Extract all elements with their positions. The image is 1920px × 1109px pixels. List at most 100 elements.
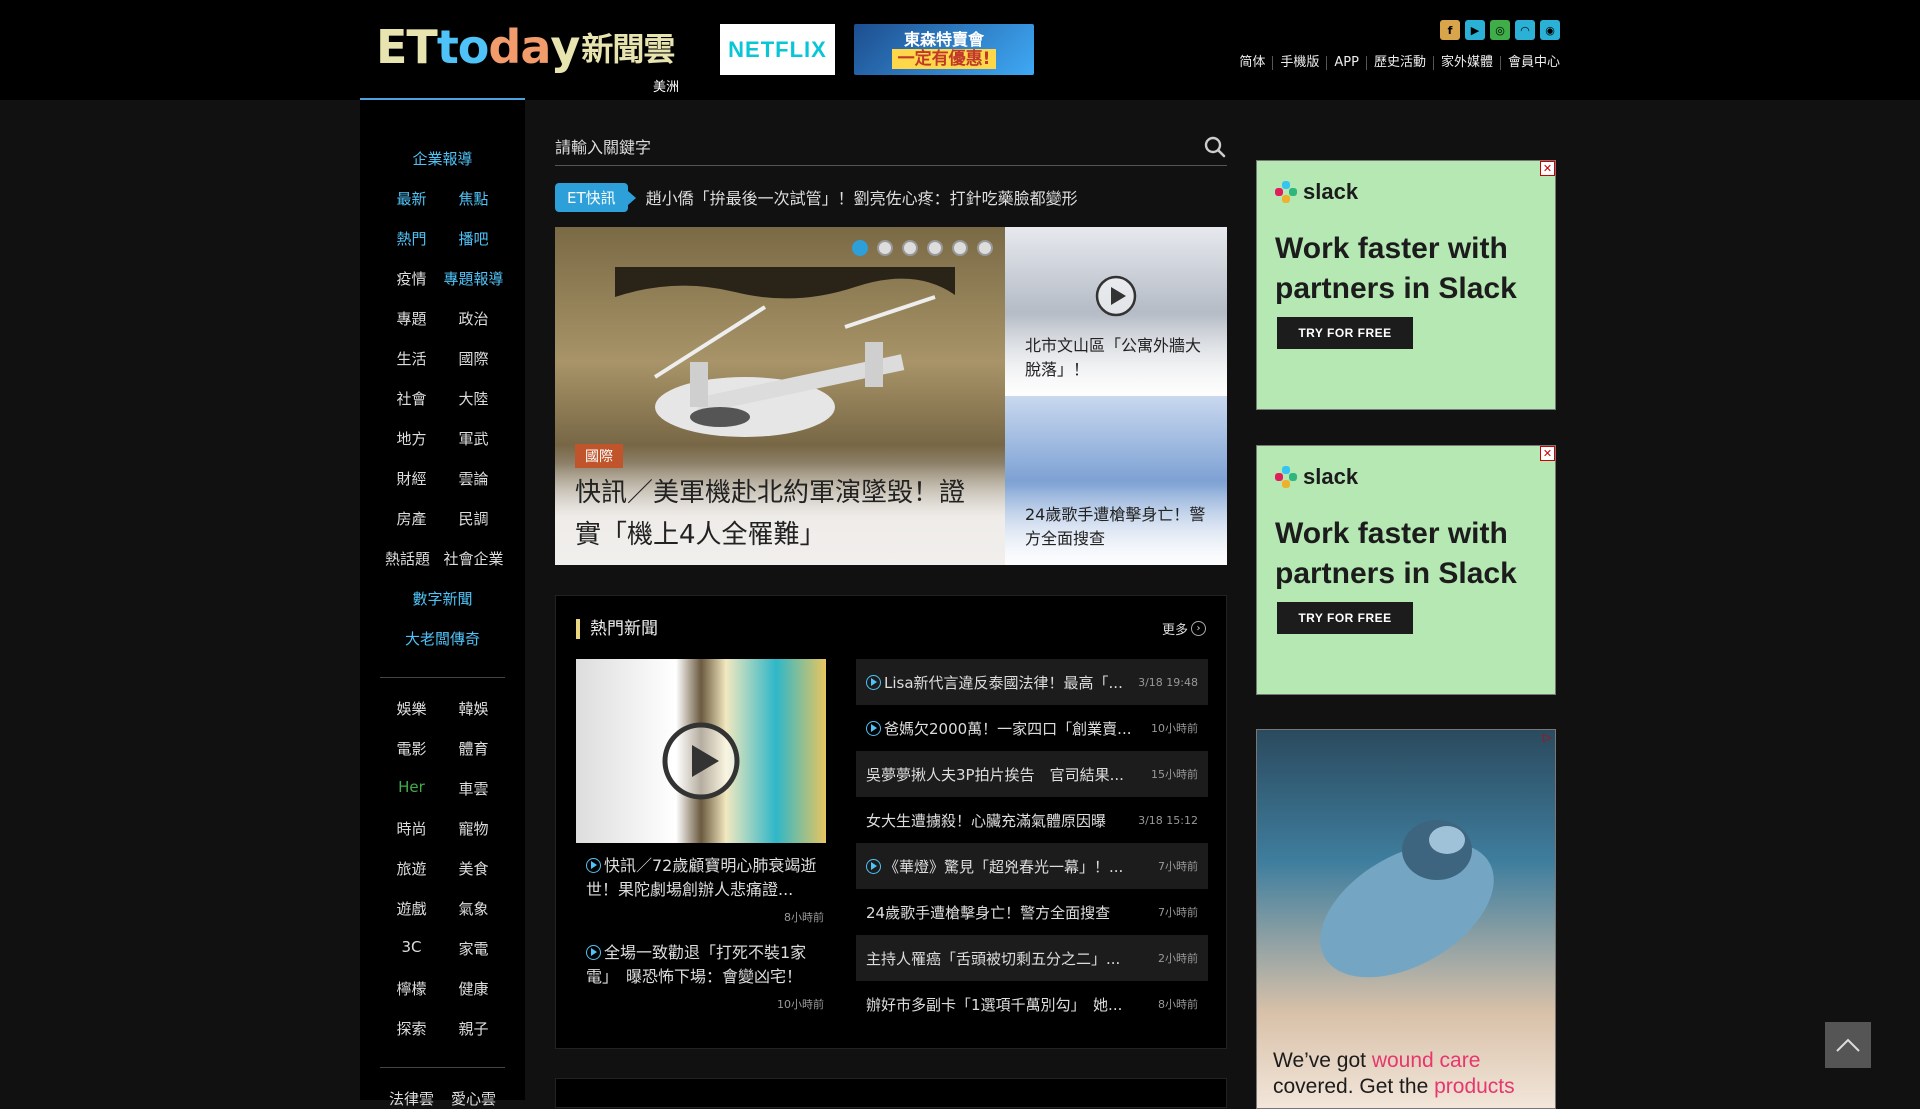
- category-tag[interactable]: 國際: [575, 444, 623, 468]
- sidebar-item[interactable]: 社會: [381, 388, 443, 409]
- hero-main-story[interactable]: 國際 快訊／美軍機赴北約軍演墜毀！證實「機上4人全罹難」: [555, 227, 1005, 565]
- wound-care-ad[interactable]: ▷ We’ve got wound care covered. Get the …: [1256, 729, 1556, 1109]
- play-icon[interactable]: [1095, 275, 1137, 317]
- sidebar-item[interactable]: 軍武: [443, 428, 505, 449]
- close-icon[interactable]: ✕: [1540, 161, 1555, 176]
- sidebar-item[interactable]: 播吧: [443, 228, 505, 249]
- play-icon[interactable]: [661, 721, 741, 801]
- list-item[interactable]: 爸媽欠2000萬！一家四口「創業賣... 10小時前: [856, 705, 1208, 751]
- sidebar-item[interactable]: 國際: [443, 348, 505, 369]
- carousel-dot[interactable]: [952, 240, 968, 256]
- sidebar-item[interactable]: 氣象: [443, 898, 505, 919]
- sidebar-item[interactable]: 焦點: [443, 188, 505, 209]
- sidebar-item[interactable]: 寵物: [443, 818, 505, 839]
- sidebar-item[interactable]: 大陸: [443, 388, 505, 409]
- breaking-headline[interactable]: 趙小僑「拚最後一次試管」！劉亮佐心疼：打針吃藥臉都變形: [646, 185, 1078, 209]
- sidebar-item[interactable]: 韓娛: [443, 698, 505, 719]
- nav-outdoor-media[interactable]: 家外媒體: [1432, 56, 1500, 70]
- adchoices-icon[interactable]: ▷: [1540, 730, 1555, 745]
- list-item[interactable]: 《華燈》驚見「超兇春光一幕」！... 7小時前: [856, 843, 1208, 889]
- sidebar-item[interactable]: 熱話題: [377, 548, 439, 569]
- search-icon[interactable]: [1203, 135, 1227, 159]
- sidebar-item[interactable]: 專題報導: [443, 268, 505, 289]
- sidebar-item[interactable]: 法律雲: [381, 1088, 443, 1109]
- nav-simplified[interactable]: 简体: [1232, 56, 1272, 70]
- tagline-highlight: wound care: [1371, 1049, 1481, 1072]
- sidebar-row: 時尚 寵物: [360, 818, 525, 839]
- netflix-banner[interactable]: NETFLIX: [720, 24, 835, 75]
- instagram-icon[interactable]: ◎: [1490, 20, 1510, 40]
- sidebar-item[interactable]: 財經: [381, 468, 443, 489]
- side-story[interactable]: 北市文山區「公寓外牆大脫落」！: [1005, 227, 1227, 396]
- list-item[interactable]: 辦好市多副卡「1選項千萬別勾」 她... 8小時前: [856, 981, 1208, 1027]
- sidebar-item-corporate[interactable]: 企業報導: [360, 148, 525, 169]
- rss-icon[interactable]: ◠: [1515, 20, 1535, 40]
- nav-history-events[interactable]: 歷史活動: [1365, 56, 1433, 70]
- sidebar-item[interactable]: 美食: [443, 858, 505, 879]
- sidebar-row: 社會 大陸: [360, 388, 525, 409]
- sidebar-item[interactable]: 檸檬: [381, 978, 443, 999]
- sidebar-item[interactable]: 旅遊: [381, 858, 443, 879]
- sidebar-item[interactable]: 專題: [381, 308, 443, 329]
- site-logo[interactable]: ET to da y 新聞雲: [376, 20, 675, 74]
- sidebar-item[interactable]: 生活: [381, 348, 443, 369]
- back-to-top-button[interactable]: [1825, 1022, 1871, 1068]
- sidebar-item[interactable]: 民調: [443, 508, 505, 529]
- carousel-dot[interactable]: [927, 240, 943, 256]
- sidebar-item[interactable]: 熱門: [381, 228, 443, 249]
- featured-video-thumbnail[interactable]: [576, 659, 826, 843]
- sidebar-item-data-news[interactable]: 數字新聞: [360, 588, 525, 609]
- side-story[interactable]: 24歲歌手遭槍擊身亡！警方全面搜查: [1005, 396, 1227, 565]
- sidebar-item[interactable]: 疫情: [381, 268, 443, 289]
- sidebar-item[interactable]: 體育: [443, 738, 505, 759]
- carousel-dot[interactable]: [977, 240, 993, 256]
- sidebar-item[interactable]: 政治: [443, 308, 505, 329]
- carousel-dot[interactable]: [852, 240, 868, 256]
- sidebar-item[interactable]: 車雲: [443, 778, 505, 799]
- nav-member-center[interactable]: 會員中心: [1499, 56, 1560, 70]
- sidebar-item[interactable]: 愛心雲: [443, 1088, 505, 1109]
- try-free-button[interactable]: TRY FOR FREE: [1277, 317, 1413, 349]
- hero-headline[interactable]: 快訊／美軍機赴北約軍演墜毀！證實「機上4人全罹難」: [575, 472, 985, 556]
- list-item[interactable]: 主持人罹癌「舌頭被切剩五分之二」... 2小時前: [856, 935, 1208, 981]
- sidebar-item[interactable]: 雲論: [443, 468, 505, 489]
- sidebar-item[interactable]: 親子: [443, 1018, 505, 1039]
- sidebar-item[interactable]: 最新: [381, 188, 443, 209]
- sidebar-item[interactable]: 電影: [381, 738, 443, 759]
- search-input[interactable]: [555, 130, 1175, 164]
- sidebar-item[interactable]: 探索: [381, 1018, 443, 1039]
- list-item[interactable]: 快訊／72歲顧寶明心肺衰竭逝世！果陀劇場創辦人悲痛證...: [586, 854, 826, 902]
- promo-banner[interactable]: 東森特賣會 一定有優惠!: [854, 24, 1034, 75]
- slack-ad[interactable]: ✕ slack Work faster with partners in Sla…: [1256, 445, 1556, 695]
- ad-headline: Work faster with partners in Slack: [1275, 232, 1517, 305]
- nav-mobile[interactable]: 手機版: [1272, 56, 1326, 70]
- region-label[interactable]: 美洲: [653, 76, 679, 95]
- list-item[interactable]: 全場一致勸退「打死不裝1家電」 曝恐怖下場：會變凶宅！: [586, 941, 826, 989]
- carousel-dot[interactable]: [902, 240, 918, 256]
- sidebar-item-boss-legend[interactable]: 大老闆傳奇: [360, 628, 525, 649]
- sidebar-item[interactable]: 3C: [381, 938, 443, 959]
- sidebar-item[interactable]: 健康: [443, 978, 505, 999]
- sidebar-item[interactable]: 社會企業: [439, 548, 509, 569]
- sidebar-item[interactable]: 房產: [381, 508, 443, 529]
- nav-app[interactable]: APP: [1326, 56, 1366, 70]
- sidebar-item[interactable]: Her: [381, 778, 443, 799]
- slack-ad[interactable]: ✕ slack Work faster with partners in Sla…: [1256, 160, 1556, 410]
- sidebar-item[interactable]: 家電: [443, 938, 505, 959]
- sidebar-item[interactable]: 地方: [381, 428, 443, 449]
- top-nav: 简体 手機版 APP 歷史活動 家外媒體 會員中心: [1232, 56, 1560, 70]
- sidebar-item[interactable]: 娛樂: [381, 698, 443, 719]
- sidebar-item[interactable]: 遊戲: [381, 898, 443, 919]
- list-item[interactable]: 24歲歌手遭槍擊身亡！警方全面搜查 7小時前: [856, 889, 1208, 935]
- youtube-icon[interactable]: ▶: [1465, 20, 1485, 40]
- weibo-icon[interactable]: ◉: [1540, 20, 1560, 40]
- list-item[interactable]: 女大生遭擄殺！心臟充滿氣體原因曝 3/18 15:12: [856, 797, 1208, 843]
- list-item[interactable]: 吳夢夢揪人夫3P拍片挨告 官司結果... 15小時前: [856, 751, 1208, 797]
- close-icon[interactable]: ✕: [1540, 446, 1555, 461]
- facebook-icon[interactable]: f: [1440, 20, 1460, 40]
- list-item[interactable]: Lisa新代言違反泰國法律！最高「... 3/18 19:48: [856, 659, 1208, 705]
- try-free-button[interactable]: TRY FOR FREE: [1277, 602, 1413, 634]
- carousel-dot[interactable]: [877, 240, 893, 256]
- sidebar-item[interactable]: 時尚: [381, 818, 443, 839]
- more-link[interactable]: 更多 ›: [1162, 619, 1206, 638]
